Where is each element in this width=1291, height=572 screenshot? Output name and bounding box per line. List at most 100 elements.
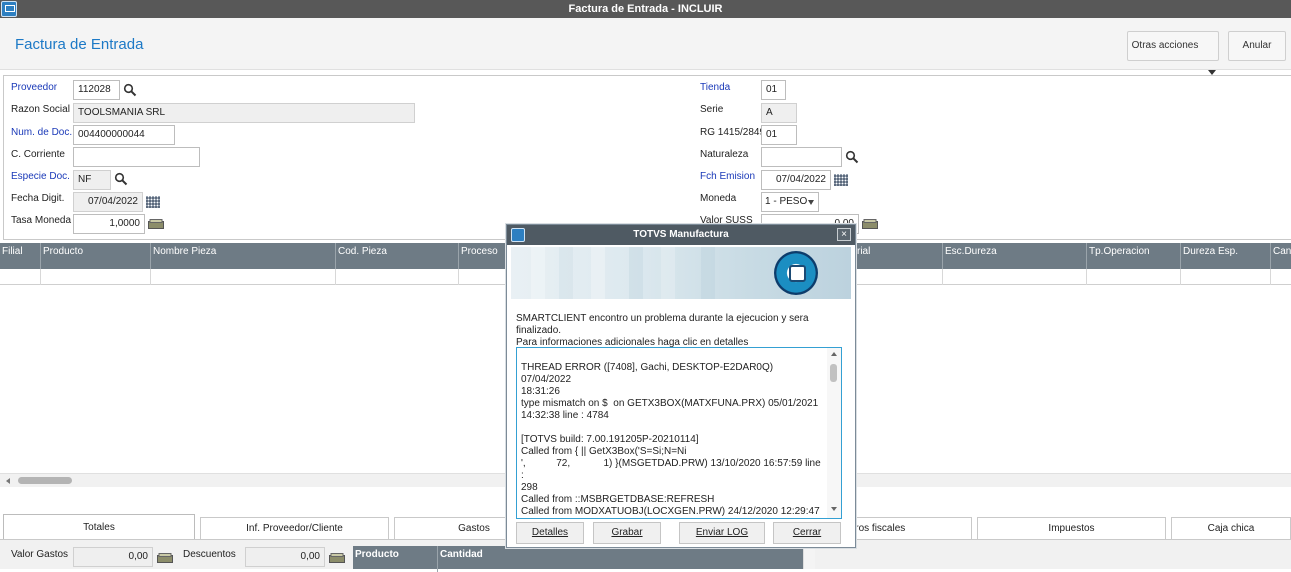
dialog-message: SMARTCLIENT encontro un problema durante… [516,313,846,349]
moneda-value: 1 - PESO [765,196,808,207]
scrollbar-thumb[interactable] [18,477,72,484]
search-icon[interactable] [845,150,859,164]
tienda-field[interactable]: 01 [761,80,786,100]
banner-stripe [701,247,715,299]
calendar-icon[interactable] [834,174,848,186]
fecha-digit-label: Fecha Digit. [11,193,65,204]
app-icon [511,228,525,242]
vertical-scrollbar[interactable] [803,546,815,569]
scroll-up-arrow-icon[interactable] [831,352,837,356]
app-icon[interactable] [1,1,17,17]
column-header-dureza-esp[interactable]: Dureza Esp. [1180,243,1270,269]
tienda-label: Tienda [700,82,731,93]
tasa-moneda-field[interactable]: 1,0000 [73,214,145,234]
grid-cell-divider [942,269,943,285]
money-icon[interactable] [862,219,878,229]
page-header: Factura de Entrada Otras acciones Anular [0,18,1291,75]
moneda-select[interactable]: 1 - PESO [761,192,819,212]
banner-stripe [591,247,605,299]
grid-cell-divider [1180,269,1181,285]
descuentos-field[interactable]: 0,00 [245,547,325,567]
money-icon[interactable] [148,219,164,229]
grid-cell-divider [1270,269,1271,285]
tab-impuestos[interactable]: Impuestos [977,517,1166,539]
fch-emision-label: Fch Emision [700,171,756,182]
column-header-esc-dureza[interactable]: Esc.Dureza [942,243,1086,269]
details-button[interactable]: Detalles [516,522,584,544]
num-doc-field[interactable]: 004400000044 [73,125,175,145]
banner-stripe [661,247,675,299]
fch-emision-field[interactable]: 07/04/2022 [761,170,831,190]
moneda-label: Moneda [700,193,737,204]
log-vertical-scrollbar[interactable] [827,348,841,518]
page-title: Factura de Entrada [15,36,144,53]
proveedor-label: Proveedor [11,82,58,93]
grid-cell-divider [458,269,459,285]
money-icon[interactable] [157,553,173,563]
tab-caja-chica[interactable]: Caja chica [1171,517,1291,539]
rg-label: RG 1415/2849 [700,127,766,138]
column-header-producto[interactable]: Producto [40,243,150,269]
banner-stripe [559,247,573,299]
products-grid-header: Producto Cantidad [353,546,803,572]
razon-social-label: Razon Social [11,104,70,115]
valor-gastos-label: Valor Gastos [11,549,69,560]
search-icon[interactable] [123,83,137,97]
tab-inf-proveedor-cliente[interactable]: Inf. Proveedor/Cliente [200,517,389,539]
serie-label: Serie [700,104,724,115]
dialog-title: TOTVS Manufactura [507,225,855,245]
column-header-proceso[interactable]: Proceso [458,243,506,269]
serie-field[interactable]: A [761,103,797,123]
window-title: Factura de Entrada - INCLUIR [568,3,723,15]
descuentos-label: Descuentos [183,549,236,560]
column-header-cantidad[interactable]: Cantidad [437,546,803,572]
column-header-cod-pieza[interactable]: Cod. Pieza [335,243,458,269]
especie-doc-field[interactable]: NF [73,170,111,190]
error-log-text: THREAD ERROR ([7408], Gachi, DESKTOP-E2D… [521,362,821,517]
razon-social-field[interactable]: TOOLSMANIA SRL [73,103,415,123]
grid-cell-divider [1086,269,1087,285]
banner-stripe [629,247,643,299]
dialog-message-line: SMARTCLIENT encontro un problema durante… [516,313,809,336]
error-dialog: TOTVS Manufactura × SMARTCLIENT encontro… [506,224,856,548]
especie-doc-label: Especie Doc. [11,171,70,182]
tab-totales[interactable]: Totales [3,514,195,540]
close-button[interactable]: Cerrar [773,522,841,544]
scroll-left-arrow-icon[interactable] [6,478,10,484]
scrollbar-thumb[interactable] [830,364,837,382]
window-titlebar: Factura de Entrada - INCLUIR [0,0,1291,18]
save-button[interactable]: Grabar [593,522,661,544]
close-icon[interactable]: × [837,228,851,241]
calendar-icon[interactable] [146,196,160,208]
proveedor-field[interactable]: 112028 [73,80,120,100]
tasa-moneda-label: Tasa Moneda [11,215,72,226]
naturaleza-field[interactable] [761,147,842,167]
column-header-nombre-pieza[interactable]: Nombre Pieza [150,243,335,269]
cancel-button[interactable]: Anular [1228,31,1286,61]
grid-cell-divider [150,269,151,285]
fecha-digit-field[interactable]: 07/04/2022 [73,192,143,212]
c-corriente-label: C. Corriente [11,149,65,160]
c-corriente-field[interactable] [73,147,200,167]
valor-gastos-field[interactable]: 0,00 [73,547,153,567]
column-header-producto[interactable]: Producto [353,546,437,572]
totvs-logo-icon [774,251,818,295]
search-icon[interactable] [114,172,128,186]
caret-down-icon[interactable] [808,200,814,205]
banner-stripe [531,247,545,299]
other-actions-button[interactable]: Otras acciones [1127,31,1219,61]
send-log-button[interactable]: Enviar LOG [679,522,765,544]
money-icon[interactable] [329,553,345,563]
grid-cell-divider [40,269,41,285]
num-doc-label: Num. de Doc. [11,127,73,138]
rg-field[interactable]: 01 [761,125,797,145]
scroll-down-arrow-icon[interactable] [831,507,837,511]
error-log-textarea[interactable]: THREAD ERROR ([7408], Gachi, DESKTOP-E2D… [516,347,842,519]
column-header-material[interactable]: rial [855,243,942,269]
naturaleza-label: Naturaleza [700,149,749,160]
column-header-tp-operacion[interactable]: Tp.Operacion [1086,243,1180,269]
dialog-banner [511,247,851,299]
column-header-filial[interactable]: Filial [0,243,40,269]
column-header-cantidad[interactable]: Cant [1270,243,1291,269]
grid-cell-divider [335,269,336,285]
